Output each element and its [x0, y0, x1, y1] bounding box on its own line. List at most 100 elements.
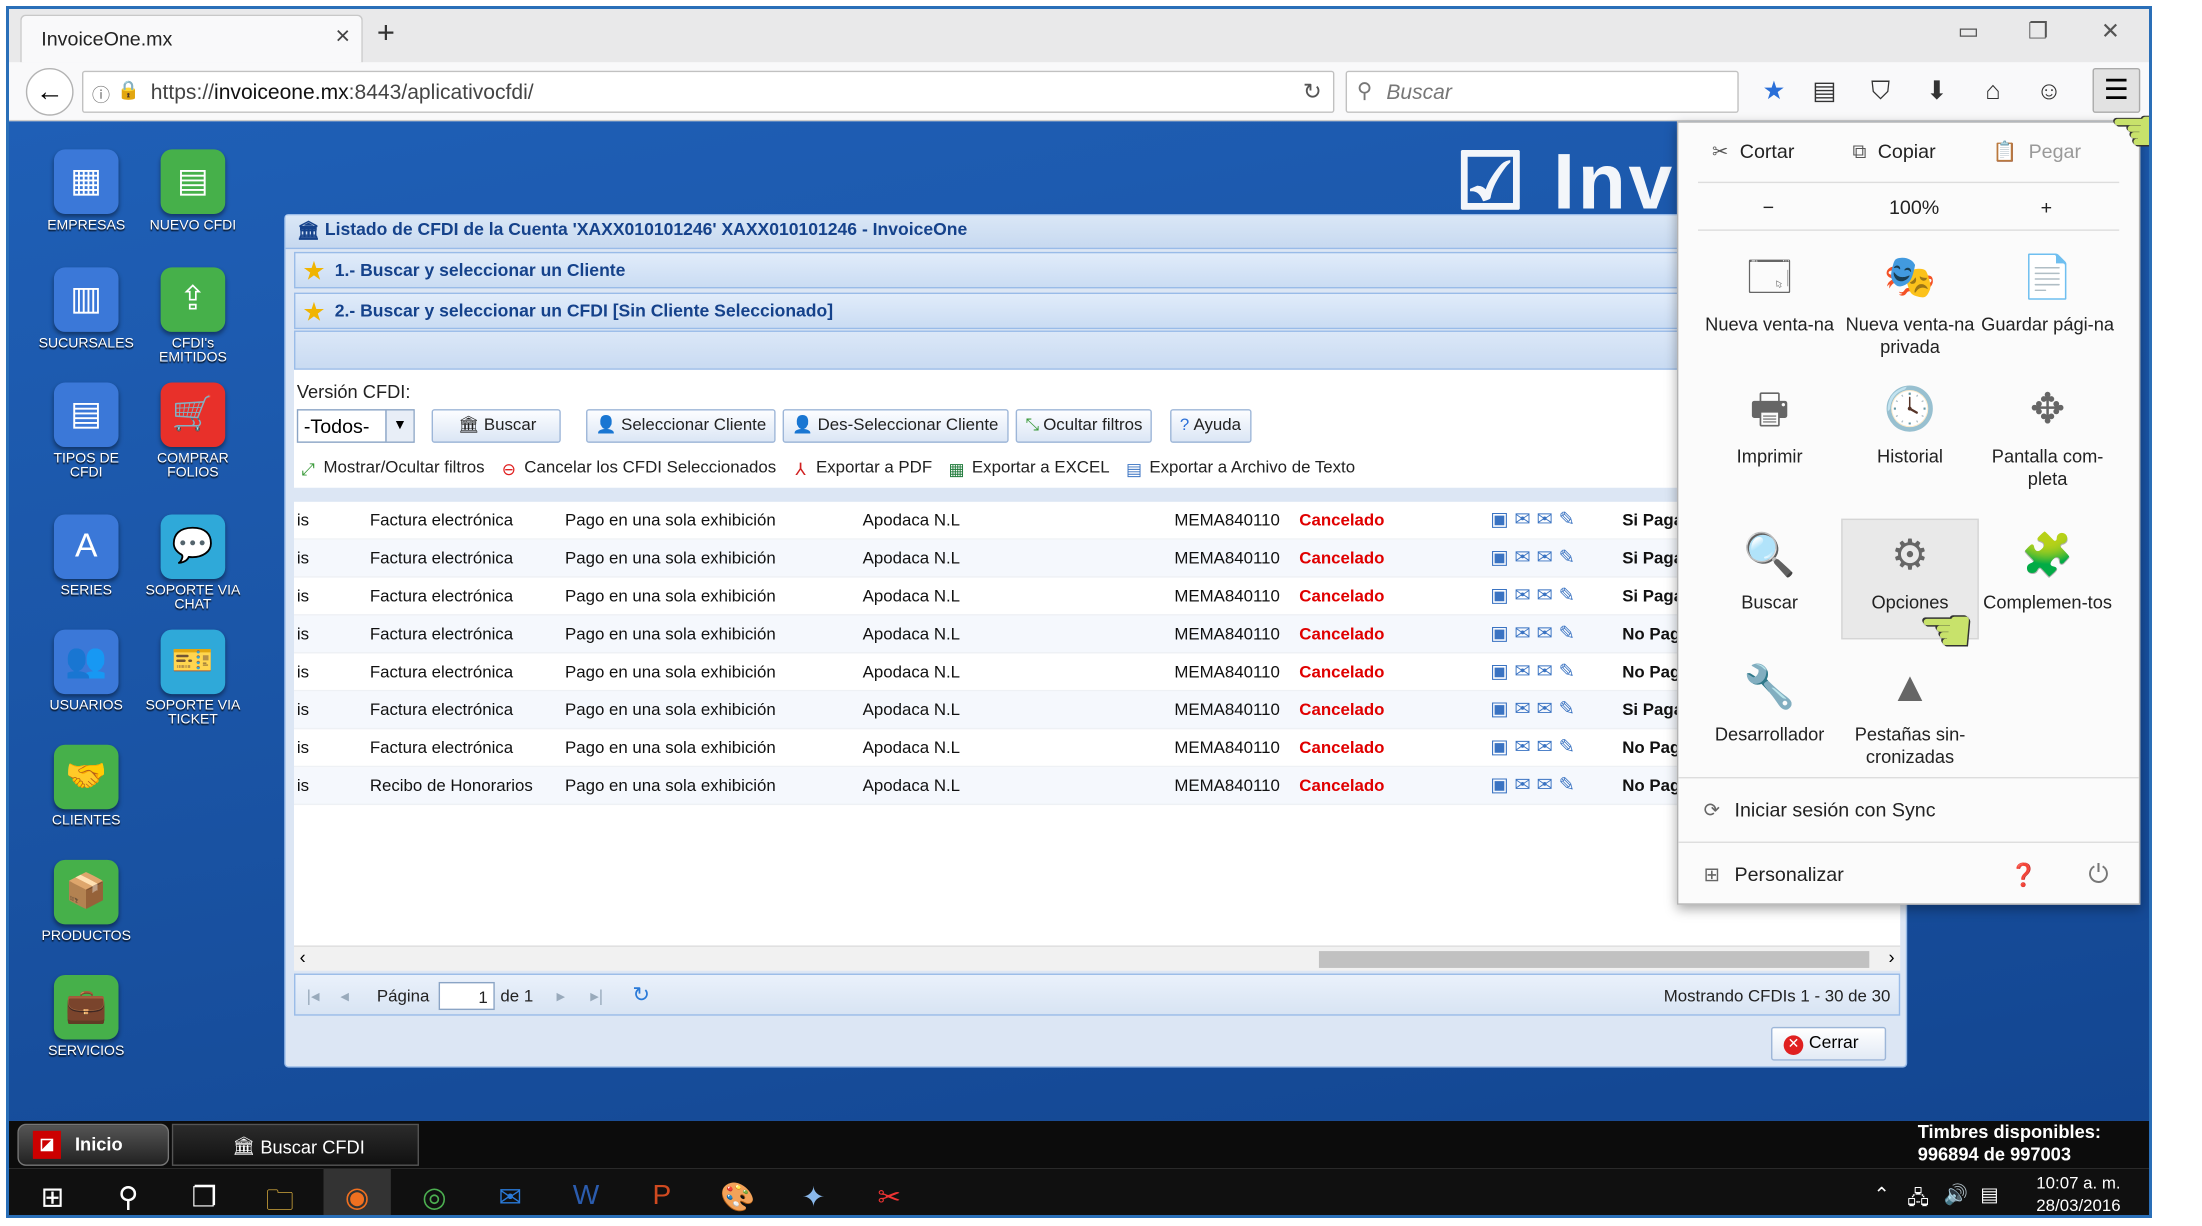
row-action-icons[interactable]: ▣✉✉✎	[1490, 735, 1580, 759]
row-action-icons[interactable]: ▣✉✉✎	[1490, 659, 1580, 683]
prev-page-icon[interactable]: ◂	[340, 986, 348, 1006]
desktop-icon-usuarios[interactable]: 👥 USUARIOS	[37, 629, 135, 714]
table-row[interactable]: is Factura electrónica Pago en una sola ex…	[294, 691, 1901, 730]
export-text-button[interactable]: ▤ Exportar a Archivo de Texto	[1123, 457, 1355, 479]
section-buscar-cfdi[interactable]: ★ 2.- Buscar y seleccionar un CFDI [Sin C…	[294, 292, 1901, 330]
info-icon[interactable]: ⓘ	[92, 81, 110, 108]
chrome-icon[interactable]: ◎	[413, 1180, 455, 1215]
menu-developer[interactable]: 🔧 Desarrollador	[1701, 659, 1839, 746]
table-row[interactable]: is Factura electrónica Pago en una sola ex…	[294, 539, 1901, 578]
ayuda-button[interactable]: ? Ayuda	[1170, 409, 1251, 443]
scrollbar-thumb[interactable]	[1318, 951, 1870, 968]
bookmark-star-icon[interactable]: ★	[1758, 76, 1789, 105]
cerrar-button[interactable]: ✕ Cerrar	[1771, 1026, 1887, 1061]
page-input[interactable]: 1	[438, 981, 495, 1011]
home-icon[interactable]: ⌂	[1977, 76, 2008, 105]
zoom-out-button[interactable]: −	[1763, 196, 1774, 218]
menu-copy[interactable]: ⧉ Copiar	[1852, 140, 1935, 164]
browser-tab[interactable]: InvoiceOne.mx ×	[20, 14, 363, 63]
tab-close-icon[interactable]: ×	[335, 22, 350, 51]
zoom-level[interactable]: 100%	[1889, 196, 1939, 218]
desktop-icon-soporte-ticket[interactable]: 🎫 SOPORTE VIA TICKET	[144, 629, 242, 728]
table-row[interactable]: is Factura electrónica Pago en una sola ex…	[294, 729, 1901, 768]
row-action-icons[interactable]: ▣✉✉✎	[1490, 697, 1580, 721]
task-buscar-cfdi[interactable]: 🏛 Buscar CFDI	[171, 1123, 419, 1166]
row-action-icons[interactable]: ▣✉✉✎	[1490, 583, 1580, 607]
pocket-icon[interactable]: ⛉	[1865, 76, 1896, 105]
menu-cut[interactable]: ✂ Cortar	[1712, 140, 1794, 164]
table-row[interactable]: is Factura electrónica Pago en una sola ex…	[294, 502, 1901, 540]
deseleccionar-cliente-button[interactable]: 👤 Des-Seleccionar Cliente	[782, 409, 1009, 443]
power-icon[interactable]: ⏻	[2088, 860, 2108, 889]
scroll-left-icon[interactable]: ‹	[300, 947, 306, 968]
scroll-right-icon[interactable]: ›	[1888, 947, 1894, 968]
bookmarks-list-icon[interactable]: ▤	[1809, 76, 1840, 105]
file-explorer-icon[interactable]: 🗀	[259, 1180, 301, 1215]
row-action-icons[interactable]: ▣✉✉✎	[1490, 507, 1580, 531]
windows-start-icon[interactable]: ⊞	[31, 1180, 73, 1215]
row-action-icons[interactable]: ▣✉✉✎	[1490, 545, 1580, 569]
network-icon[interactable]: 🖧	[1907, 1183, 1929, 1215]
desktop-icon-comprar-folios[interactable]: 🛒 COMPRAR FOLIOS	[144, 382, 242, 480]
menu-sync[interactable]: ⟳ Iniciar sesión con Sync	[1678, 776, 2139, 842]
new-tab-icon[interactable]: +	[377, 15, 395, 52]
desktop-icon-soporte-chat[interactable]: 💬 SOPORTE VIA CHAT	[144, 514, 242, 612]
menu-synced-tabs[interactable]: ▲ Pestañas sin-cronizadas	[1841, 659, 1979, 769]
word-icon[interactable]: W	[565, 1180, 607, 1212]
export-excel-button[interactable]: ▦ Exportar a EXCEL	[945, 457, 1110, 479]
horizontal-scrollbar[interactable]: ‹ ›	[294, 945, 1901, 971]
menu-fullscreen[interactable]: ✥ Pantalla com-pleta	[1979, 381, 2117, 491]
reload-icon[interactable]: ↻	[1303, 78, 1322, 106]
hello-icon[interactable]: ☺	[2034, 76, 2065, 105]
menu-print[interactable]: 🖶 Imprimir	[1701, 381, 1839, 468]
powerpoint-icon[interactable]: P	[641, 1180, 683, 1212]
chevron-down-icon[interactable]: ▼	[385, 410, 414, 442]
volume-icon[interactable]: 🔊	[1944, 1183, 1968, 1207]
desktop-icon-empresas[interactable]: ▦ EMPRESAS	[37, 149, 135, 233]
export-pdf-button[interactable]: ⅄ Exportar a PDF	[789, 457, 932, 479]
menu-addons[interactable]: 🧩 Complemen-tos	[1979, 527, 2117, 614]
buscar-button[interactable]: 🏛 Buscar	[431, 409, 561, 443]
download-icon[interactable]: ⬇	[1921, 76, 1952, 105]
cancelar-cfdi-button[interactable]: ⊖ Cancelar los CFDI Seleccionados	[498, 457, 776, 479]
last-page-icon[interactable]: ▸|	[590, 986, 603, 1006]
menu-history[interactable]: 🕓 Historial	[1841, 381, 1979, 468]
desktop-icon-cfdi-emitidos[interactable]: ⇪ CFDI's EMITIDOS	[144, 267, 242, 365]
next-page-icon[interactable]: ▸	[557, 986, 565, 1006]
chevron-up-icon[interactable]: ⌃	[1874, 1183, 1890, 1207]
desktop-icon-tipos-cfdi[interactable]: ▤ TIPOS DE CFDI	[37, 382, 135, 480]
notifications-icon[interactable]: ▤	[1980, 1183, 1999, 1207]
desktop-icon-sucursales[interactable]: ▥ SUCURSALES	[37, 267, 135, 351]
desktop-icon-servicios[interactable]: 💼 SERVICIOS	[37, 974, 135, 1059]
minimize-icon[interactable]: ▭	[1958, 17, 1979, 45]
paint-icon[interactable]: 🎨	[717, 1180, 759, 1215]
menu-find[interactable]: 🔍 Buscar	[1701, 527, 1839, 614]
table-row[interactable]: is Recibo de Honorarios Pago en una sola e…	[294, 767, 1901, 806]
menu-private-window[interactable]: 🎭 Nueva venta-na privada	[1841, 249, 1979, 359]
seleccionar-cliente-button[interactable]: 👤 Seleccionar Cliente	[586, 409, 777, 443]
inicio-button[interactable]: ◪ Inicio	[17, 1123, 170, 1166]
snipping-tool-icon[interactable]: ✂	[868, 1180, 910, 1215]
taskbar-clock[interactable]: 10:07 a. m. 28/03/2016	[2036, 1172, 2120, 1215]
ocultar-filtros-button[interactable]: ⤡ Ocultar filtros	[1015, 409, 1153, 443]
table-row[interactable]: is Factura electrónica Pago en una sola ex…	[294, 615, 1901, 654]
task-view-icon[interactable]: ❐	[183, 1180, 225, 1215]
menu-customize[interactable]: Personalizar	[1735, 863, 1844, 885]
row-action-icons[interactable]: ▣✉✉✎	[1490, 773, 1580, 797]
version-select[interactable]: -Todos- ▼	[296, 409, 415, 443]
row-action-icons[interactable]: ▣✉✉✎	[1490, 621, 1580, 645]
desktop-icon-clientes[interactable]: 🤝 CLIENTES	[37, 744, 135, 829]
section-buscar-cliente[interactable]: ★ 1.- Buscar y seleccionar un Cliente	[294, 251, 1901, 289]
table-row[interactable]: is Factura electrónica Pago en una sola ex…	[294, 653, 1901, 692]
firefox-taskbar-button[interactable]: ◉	[323, 1168, 391, 1215]
zoom-in-button[interactable]: +	[2041, 196, 2052, 218]
menu-new-window[interactable]: 🗔 Nueva venta-na	[1701, 249, 1839, 336]
mostrar-filtros-button[interactable]: ⤢ Mostrar/Ocultar filtros	[297, 457, 484, 479]
desktop-icon-series[interactable]: A SERIES	[37, 514, 135, 598]
back-icon[interactable]: ←	[25, 67, 74, 116]
desktop-icon-nuevo-cfdi[interactable]: ▤ NUEVO CFDI	[144, 149, 242, 233]
menu-paste[interactable]: 📋 Pegar	[1993, 140, 2081, 164]
url-bar[interactable]: ⓘ 🔒 https://invoiceone.mx:8443/aplicativ…	[82, 70, 1335, 113]
search-box[interactable]: ⚲ Buscar	[1345, 70, 1739, 113]
table-row[interactable]: is Factura electrónica Pago en una sola ex…	[294, 578, 1901, 616]
